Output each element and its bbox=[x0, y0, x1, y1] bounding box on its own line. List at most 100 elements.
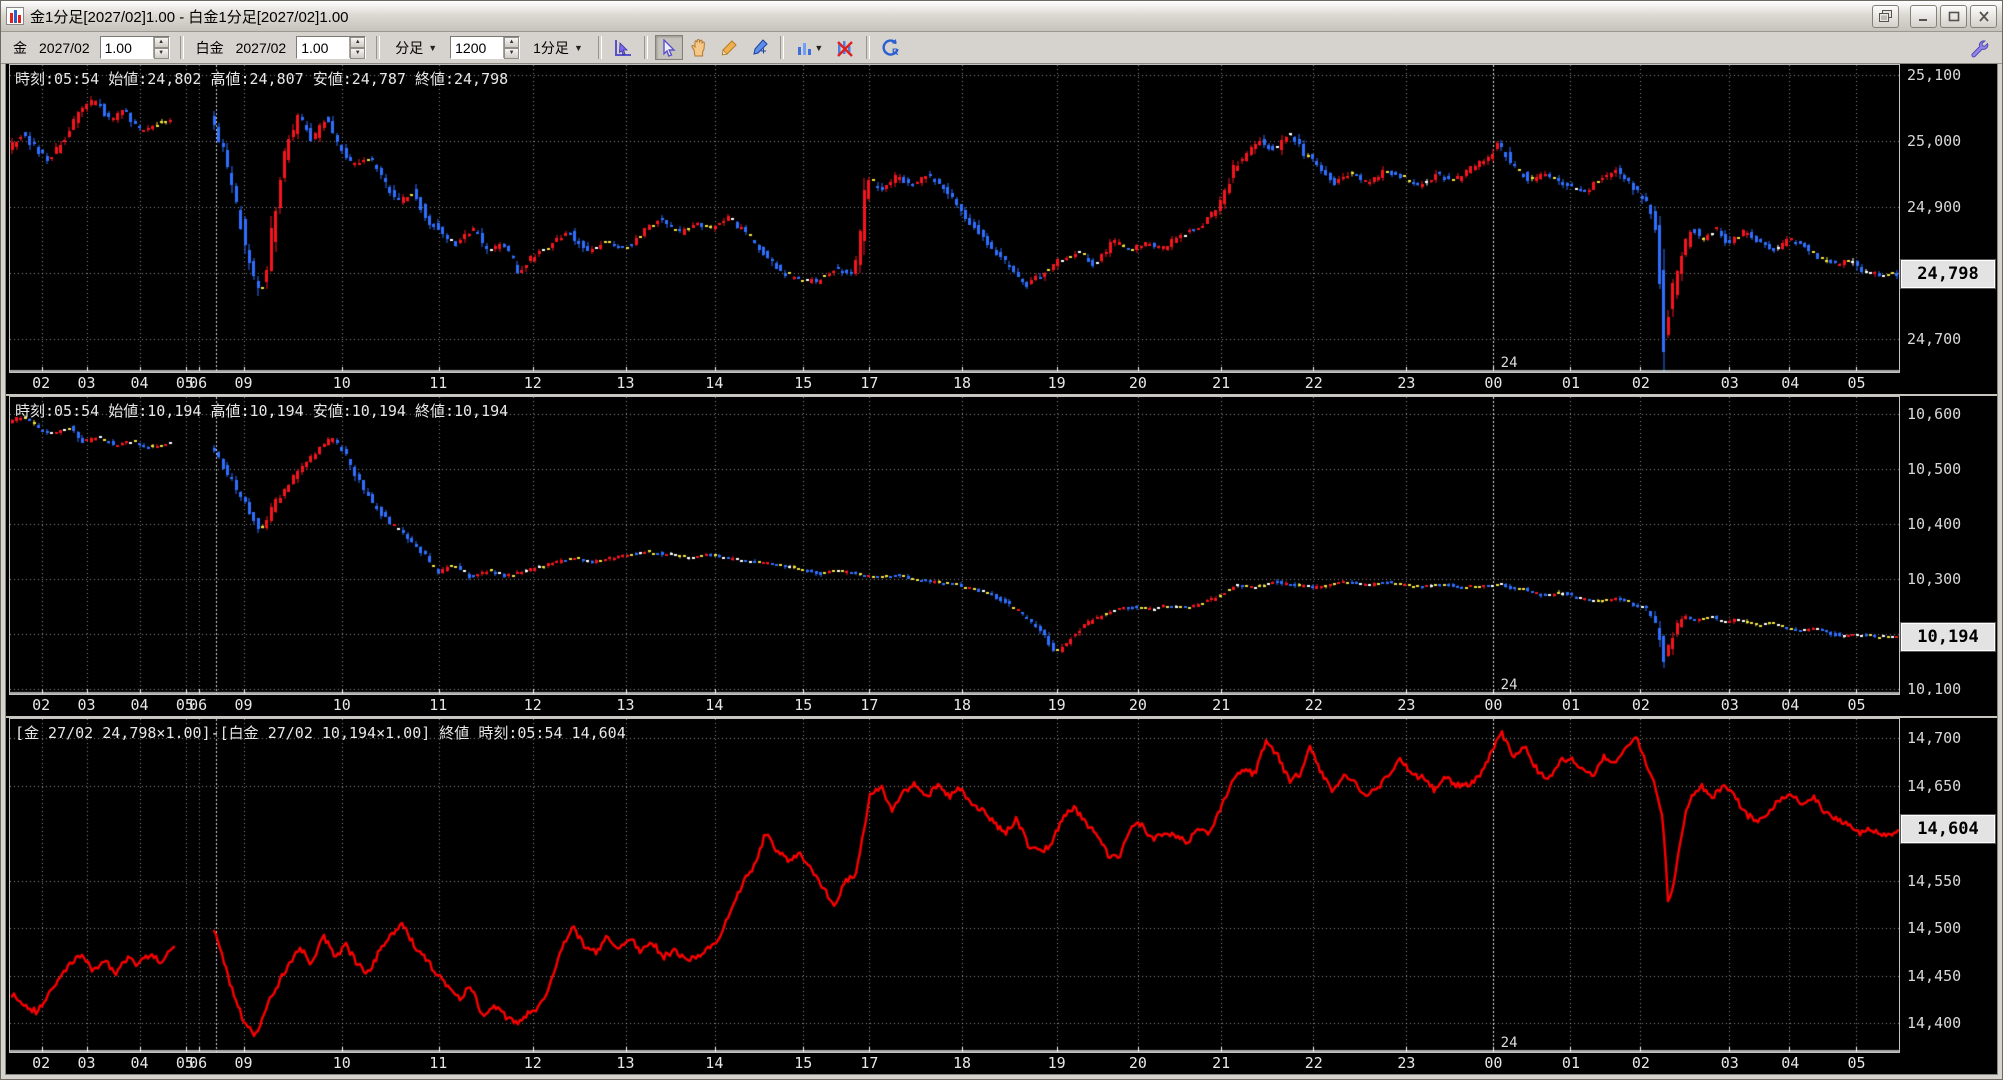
chart-panel-spread: [金 27/02 24,798×1.00]-[白金 27/02 10,194×1… bbox=[6, 716, 1997, 1074]
x-axis-hour-label: 19 bbox=[1047, 374, 1066, 392]
bar-count-value: 1200 bbox=[455, 39, 487, 56]
x-axis-hour-label: 06 bbox=[189, 374, 208, 392]
maximize-icon bbox=[1948, 11, 1959, 21]
float-window-button[interactable] bbox=[1872, 4, 1899, 28]
reload-button[interactable]: R bbox=[877, 35, 905, 60]
chart-panel-gold: 時刻:05:54 始値:24,802 高値:24,807 安値:24,787 終… bbox=[6, 64, 1997, 394]
spin-down-button[interactable]: ▼ bbox=[350, 48, 366, 59]
chevron-down-icon: ▼ bbox=[573, 42, 583, 53]
x-axis-hour-label: 14 bbox=[705, 374, 724, 392]
y-axis-label: 10,400 bbox=[1907, 514, 1962, 533]
close-button[interactable] bbox=[1970, 4, 1997, 28]
x-axis-hour-label: 00 bbox=[1484, 696, 1503, 714]
gold-x-axis: 02 03 04 05 06 09 10 11 12 13 14 15 17 18 19 20 21 22 23 00… bbox=[9, 373, 1900, 394]
pencil-tool-button[interactable] bbox=[715, 35, 743, 60]
settings-wrench-button[interactable] bbox=[1965, 35, 1993, 60]
spread-chart-canvas[interactable] bbox=[10, 719, 1899, 1052]
minimize-button[interactable] bbox=[1910, 4, 1937, 28]
x-axis-hour-label: 14 bbox=[705, 696, 724, 714]
maximize-button[interactable] bbox=[1940, 4, 1967, 28]
y-axis-label: 24,700 bbox=[1907, 329, 1962, 348]
x-axis-hour-label: 17 bbox=[860, 1054, 879, 1072]
timeframe-selected-label: 1分足 bbox=[533, 39, 569, 56]
spread-x-axis: 02 03 04 05 06 09 10 11 12 13 14 15 17 18 19 20 21 22 23 00… bbox=[9, 1053, 1900, 1074]
gold-plot-area[interactable]: 時刻:05:54 始値:24,802 高値:24,807 安値:24,787 終… bbox=[9, 64, 1900, 373]
platinum-multiplier-value: 1.00 bbox=[301, 39, 329, 56]
y-axis-label: 25,000 bbox=[1907, 131, 1962, 150]
date-marker: 24 bbox=[1500, 677, 1518, 693]
gold-chart-canvas[interactable] bbox=[10, 65, 1899, 372]
window-stack-icon bbox=[1879, 10, 1892, 22]
x-axis-hour-label: 06 bbox=[189, 696, 208, 714]
x-axis-hour-label: 21 bbox=[1212, 1054, 1231, 1072]
y-axis-label: 14,700 bbox=[1907, 729, 1962, 748]
pen-tool-button[interactable] bbox=[745, 35, 773, 60]
spin-down-button[interactable]: ▼ bbox=[153, 48, 169, 59]
gold-contract-label: 2027/02 bbox=[39, 39, 90, 56]
x-axis-hour-label: 04 bbox=[1781, 696, 1800, 714]
clear-chart-button[interactable] bbox=[831, 35, 859, 60]
bar-count-spinner[interactable]: 1200 ▲ ▼ bbox=[450, 36, 521, 59]
timeframe-dropdown[interactable]: 1分足 ▼ bbox=[528, 35, 588, 61]
date-marker: 24 bbox=[1500, 1035, 1518, 1051]
x-axis-hour-label: 04 bbox=[130, 374, 149, 392]
y-axis-label: 10,500 bbox=[1907, 459, 1962, 478]
chart-pointer-tool-button[interactable] bbox=[609, 35, 637, 60]
reload-icon: R bbox=[882, 38, 899, 57]
x-axis-hour-label: 01 bbox=[1561, 1054, 1580, 1072]
x-axis-hour-label: 02 bbox=[1631, 374, 1650, 392]
x-axis-hour-label: 18 bbox=[953, 374, 972, 392]
gold-multiplier-spinner[interactable]: 1.00 ▲ ▼ bbox=[99, 36, 170, 59]
x-axis-hour-label: 23 bbox=[1397, 1054, 1416, 1072]
spin-up-button[interactable]: ▲ bbox=[350, 37, 366, 48]
x-axis-hour-label: 03 bbox=[1720, 1054, 1739, 1072]
platinum-chart-canvas[interactable] bbox=[10, 397, 1899, 694]
spin-up-button[interactable]: ▲ bbox=[153, 37, 169, 48]
x-axis-hour-label: 21 bbox=[1212, 374, 1231, 392]
spin-down-button[interactable]: ▼ bbox=[504, 48, 520, 59]
x-axis-hour-label: 03 bbox=[77, 696, 96, 714]
svg-text:R: R bbox=[892, 47, 899, 57]
x-axis-hour-label: 03 bbox=[77, 374, 96, 392]
pointer-tool-button[interactable] bbox=[654, 35, 683, 60]
platinum-contract-label: 2027/02 bbox=[235, 39, 287, 56]
spread-y-axis: 14,604 14,700 14,650 14,550 14,500 14,450 14,… bbox=[1900, 718, 1997, 1053]
y-axis-label: 10,100 bbox=[1907, 679, 1962, 696]
hand-tool-button[interactable] bbox=[685, 35, 713, 60]
y-axis-label: 14,550 bbox=[1907, 871, 1962, 890]
x-axis-hour-label: 22 bbox=[1304, 374, 1323, 392]
y-axis-label: 24,900 bbox=[1907, 197, 1962, 216]
chart-style-dropdown-button[interactable]: ▼ bbox=[791, 35, 829, 60]
pen-icon bbox=[753, 38, 768, 55]
gold-ohlc-readout: 時刻:05:54 始値:24,802 高値:24,807 安値:24,787 終… bbox=[15, 70, 509, 88]
spread-plot-area[interactable]: [金 27/02 24,798×1.00]-[白金 27/02 10,194×1… bbox=[9, 718, 1900, 1053]
platinum-last-price-tag: 10,194 bbox=[1900, 621, 1996, 652]
x-axis-hour-label: 02 bbox=[32, 696, 51, 714]
x-axis-hour-label: 22 bbox=[1304, 1054, 1323, 1072]
x-axis-hour-label: 18 bbox=[953, 1054, 972, 1072]
platinum-x-axis: 02 03 04 05 06 09 10 11 12 13 14 15 17 18 19 20 21 22 23 00… bbox=[9, 695, 1900, 716]
x-axis-hour-label: 15 bbox=[794, 1054, 813, 1072]
title-bar[interactable]: 金1分足[2027/02]1.00 - 白金1分足[2027/02]1.00 bbox=[1, 1, 2002, 32]
x-axis-hour-label: 10 bbox=[332, 696, 351, 714]
toolbar-separator bbox=[597, 36, 602, 59]
spread-last-price-tag: 14,604 bbox=[1900, 814, 1996, 845]
x-axis-hour-label: 18 bbox=[953, 696, 972, 714]
bar-type-dropdown[interactable]: 分足 ▼ bbox=[390, 35, 442, 61]
spin-up-button[interactable]: ▲ bbox=[504, 37, 520, 48]
platinum-plot-area[interactable]: 時刻:05:54 始値:10,194 高値:10,194 安値:10,194 終… bbox=[9, 396, 1900, 695]
y-axis-label: 14,500 bbox=[1907, 919, 1962, 938]
x-axis-hour-label: 20 bbox=[1128, 374, 1147, 392]
x-axis-hour-label: 03 bbox=[1720, 696, 1739, 714]
gold-multiplier-value: 1.00 bbox=[104, 39, 132, 56]
x-axis-hour-label: 14 bbox=[705, 1054, 724, 1072]
x-axis-hour-label: 00 bbox=[1484, 374, 1503, 392]
platinum-multiplier-spinner[interactable]: 1.00 ▲ ▼ bbox=[296, 36, 367, 59]
x-axis-hour-label: 02 bbox=[1631, 696, 1650, 714]
platinum-ohlc-readout: 時刻:05:54 始値:10,194 高値:10,194 安値:10,194 終… bbox=[15, 402, 509, 420]
date-marker: 24 bbox=[1500, 355, 1518, 371]
x-axis-hour-label: 15 bbox=[794, 374, 813, 392]
x-axis-hour-label: 23 bbox=[1397, 696, 1416, 714]
close-icon bbox=[1978, 10, 1989, 22]
toolbar: 金 2027/02 1.00 ▲ ▼ 白金 2027/02 1.00 ▲ ▼ 分足 … bbox=[1, 32, 2002, 64]
